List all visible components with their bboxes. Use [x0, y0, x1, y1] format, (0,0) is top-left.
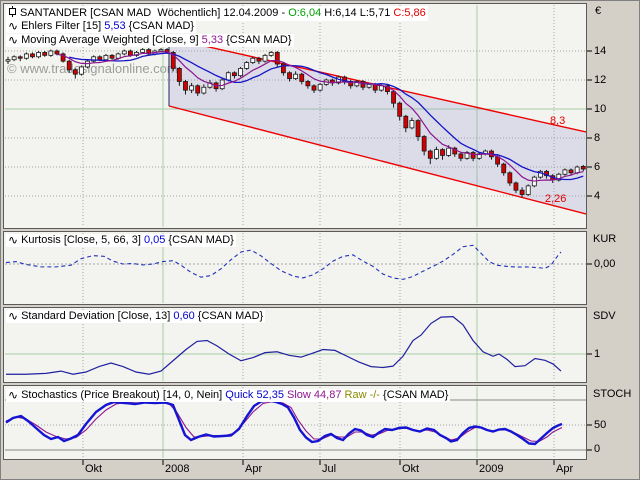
- kurtosis-axis-label: KUR: [593, 233, 616, 245]
- ehlers-value: 5,53: [104, 20, 128, 33]
- stochastics-quick-value: Quick 52,35: [225, 389, 287, 402]
- stochastics-label: Stochastics (Price Breakout) [14, 0, Nei…: [21, 389, 225, 402]
- time-axis-year-label: 2009: [479, 463, 503, 475]
- time-axis-month-label: Okt: [85, 463, 102, 475]
- kurtosis-value: 0,05: [144, 234, 168, 247]
- wave-icon: ∿: [8, 234, 18, 247]
- watermark: © www.tradesignalonline.com: [7, 61, 178, 76]
- time-axis-month-label: Okt: [402, 463, 419, 475]
- stochastics-scope: {CSAN MAD}: [383, 389, 448, 402]
- stddev-axis-label: SDV: [593, 310, 616, 322]
- price-tick-label: 6: [594, 161, 600, 173]
- price-tick-label: 8: [594, 132, 600, 144]
- wave-icon: ∿: [8, 310, 18, 323]
- stochastics-0-tick: 0: [594, 443, 600, 455]
- maw-value: 5,33: [202, 34, 226, 47]
- stddev-scope: {CSAN MAD}: [198, 310, 263, 323]
- price-tick-label: 10: [594, 103, 606, 115]
- stddev-label: Standard Deviation [Close, 13]: [21, 310, 173, 323]
- price-tick-label: 14: [594, 45, 606, 57]
- high-value: H:6,14: [324, 7, 359, 20]
- channel-lower-label: 2,26: [545, 193, 566, 205]
- low-value: L:5,71: [360, 7, 394, 20]
- maw-label: Moving Average Weighted [Close, 9]: [21, 34, 202, 47]
- kurtosis-label: Kurtosis [Close, 5, 66, 3]: [21, 234, 144, 247]
- price-tick-label: 12: [594, 74, 606, 86]
- kurtosis-legend[interactable]: ∿ Kurtosis [Close, 5, 66, 3] 0,05 {CSAN …: [6, 234, 236, 247]
- stochastics-axis-label: STOCH: [593, 388, 631, 400]
- symbol-name: SANTANDER: [20, 7, 90, 20]
- channel-upper-label: 8,3: [550, 115, 565, 127]
- price-tick-label: 4: [594, 190, 600, 202]
- time-axis-month-label: Apr: [556, 463, 573, 475]
- symbol-period-date: [CSAN MAD Wöchentlich] 12.04.2009 -: [90, 7, 288, 20]
- maw-scope: {CSAN MAD}: [226, 34, 291, 47]
- stddev-legend[interactable]: ∿ Standard Deviation [Close, 13] 0,60 {C…: [6, 310, 265, 323]
- kurtosis-zero-tick: 0,00: [594, 258, 615, 270]
- time-axis-year-label: 2008: [165, 463, 189, 475]
- stochastics-raw-value: Raw -/-: [345, 389, 384, 402]
- open-value: O:6,04: [288, 7, 324, 20]
- ehlers-filter-legend[interactable]: ∿ Ehlers Filter [15] 5,53 {CSAN MAD}: [6, 20, 196, 33]
- currency-axis-label: €: [595, 5, 601, 17]
- wave-icon: ∿: [8, 389, 18, 402]
- moving-average-legend[interactable]: ∿ Moving Average Weighted [Close, 9] 5,3…: [6, 34, 294, 47]
- time-axis-month-label: Jul: [322, 463, 336, 475]
- stochastics-50-tick: 50: [594, 419, 606, 431]
- time-axis-month-label: Apr: [245, 463, 262, 475]
- chart-window: © www.tradesignalonline.com SANTANDER [C…: [0, 0, 640, 480]
- ehlers-label: Ehlers Filter [15]: [21, 20, 104, 33]
- kurtosis-scope: {CSAN MAD}: [168, 234, 233, 247]
- price-series-legend[interactable]: SANTANDER [CSAN MAD Wöchentlich] 12.04.2…: [6, 6, 428, 21]
- stochastics-slow-value: Slow 44,87: [287, 389, 344, 402]
- wave-icon: ∿: [8, 34, 18, 47]
- stddev-value: 0,60: [173, 310, 197, 323]
- wave-icon: ∿: [8, 20, 18, 33]
- close-value: C:5,86: [393, 7, 425, 20]
- ehlers-scope: {CSAN MAD}: [129, 20, 194, 33]
- stddev-one-tick: 1: [594, 348, 600, 360]
- stochastics-legend[interactable]: ∿ Stochastics (Price Breakout) [14, 0, N…: [6, 389, 450, 402]
